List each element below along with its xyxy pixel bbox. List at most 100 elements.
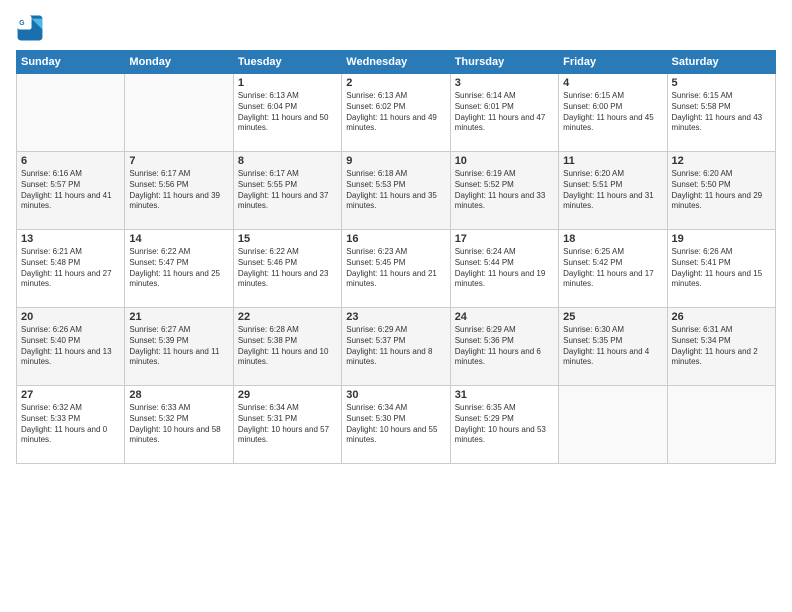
day-cell bbox=[17, 74, 125, 152]
col-header-monday: Monday bbox=[125, 51, 233, 74]
day-number: 2 bbox=[346, 77, 445, 89]
daylight-hours: Daylight: 11 hours and 23 minutes. bbox=[238, 269, 329, 289]
daylight-hours: Daylight: 11 hours and 21 minutes. bbox=[346, 269, 437, 289]
day-number: 10 bbox=[455, 155, 554, 167]
day-cell: 29 Sunrise: 6:34 AMSunset: 5:31 PMDayligh… bbox=[233, 386, 341, 464]
day-cell: 16Sunrise: 6:23 AMSunset: 5:45 PMDayligh… bbox=[342, 230, 450, 308]
daylight-hours: Daylight: 11 hours and 17 minutes. bbox=[563, 269, 654, 289]
daylight-hours: Daylight: 11 hours and 31 minutes. bbox=[563, 191, 654, 211]
svg-text:G: G bbox=[19, 20, 25, 27]
day-cell: 19 Sunrise: 6:26 AMSunset: 5:41 PMDayligh… bbox=[667, 230, 775, 308]
col-header-friday: Friday bbox=[559, 51, 667, 74]
day-content: Sunrise: 6:34 AMSunset: 5:30 PMDaylight:… bbox=[346, 403, 445, 446]
daylight-hours: Daylight: 11 hours and 8 minutes. bbox=[346, 347, 432, 367]
day-content: Sunrise: 6:22 AMSunset: 5:46 PMDaylight:… bbox=[238, 247, 337, 290]
day-number: 11 bbox=[563, 155, 662, 167]
daylight-hours: Daylight: 11 hours and 29 minutes. bbox=[672, 191, 763, 211]
day-number: 24 bbox=[455, 311, 554, 323]
daylight-hours: Daylight: 11 hours and 13 minutes. bbox=[21, 347, 112, 367]
day-cell: 20Sunrise: 6:26 AMSunset: 5:40 PMDayligh… bbox=[17, 308, 125, 386]
col-header-saturday: Saturday bbox=[667, 51, 775, 74]
daylight-hours: Daylight: 11 hours and 49 minutes. bbox=[346, 113, 437, 133]
day-number: 14 bbox=[129, 233, 228, 245]
day-number: 17 bbox=[455, 233, 554, 245]
day-number: 3 bbox=[455, 77, 554, 89]
daylight-hours: Daylight: 11 hours and 33 minutes. bbox=[455, 191, 546, 211]
header: G bbox=[16, 14, 776, 42]
col-header-wednesday: Wednesday bbox=[342, 51, 450, 74]
day-content: Sunrise: 6:15 AMSunset: 6:00 PMDaylight:… bbox=[563, 91, 662, 134]
day-content: Sunrise: 6:26 AMSunset: 5:40 PMDaylight:… bbox=[21, 325, 120, 368]
day-content: Sunrise: 6:17 AMSunset: 5:56 PMDaylight:… bbox=[129, 169, 228, 212]
day-content: Sunrise: 6:27 AMSunset: 5:39 PMDaylight:… bbox=[129, 325, 228, 368]
daylight-hours: Daylight: 10 hours and 58 minutes. bbox=[129, 425, 220, 445]
day-number: 8 bbox=[238, 155, 337, 167]
daylight-hours: Daylight: 11 hours and 4 minutes. bbox=[563, 347, 649, 367]
day-cell: 17 Sunrise: 6:24 AMSunset: 5:44 PMDayligh… bbox=[450, 230, 558, 308]
day-content: Sunrise: 6:19 AMSunset: 5:52 PMDaylight:… bbox=[455, 169, 554, 212]
day-content: Sunrise: 6:33 AMSunset: 5:32 PMDaylight:… bbox=[129, 403, 228, 446]
week-row-3: 13Sunrise: 6:21 AMSunset: 5:48 PMDayligh… bbox=[17, 230, 776, 308]
daylight-hours: Daylight: 11 hours and 11 minutes. bbox=[129, 347, 219, 367]
day-cell bbox=[125, 74, 233, 152]
daylight-hours: Daylight: 11 hours and 37 minutes. bbox=[238, 191, 329, 211]
day-cell: 30Sunrise: 6:34 AMSunset: 5:30 PMDayligh… bbox=[342, 386, 450, 464]
day-number: 15 bbox=[238, 233, 337, 245]
week-row-4: 20Sunrise: 6:26 AMSunset: 5:40 PMDayligh… bbox=[17, 308, 776, 386]
col-header-tuesday: Tuesday bbox=[233, 51, 341, 74]
calendar-page: G SundayMondayTuesdayWednesdayThursdayFr… bbox=[0, 0, 792, 612]
day-cell: 26Sunrise: 6:31 AMSunset: 5:34 PMDayligh… bbox=[667, 308, 775, 386]
daylight-hours: Daylight: 11 hours and 47 minutes. bbox=[455, 113, 546, 133]
day-cell: 24 Sunrise: 6:29 AMSunset: 5:36 PMDayligh… bbox=[450, 308, 558, 386]
day-number: 1 bbox=[238, 77, 337, 89]
day-number: 18 bbox=[563, 233, 662, 245]
logo-icon: G bbox=[16, 14, 44, 42]
day-number: 12 bbox=[672, 155, 771, 167]
day-content: Sunrise: 6:30 AMSunset: 5:35 PMDaylight:… bbox=[563, 325, 662, 368]
week-row-1: 1 Sunrise: 6:13 AMSunset: 6:04 PMDaylight… bbox=[17, 74, 776, 152]
day-number: 28 bbox=[129, 389, 228, 401]
day-content: Sunrise: 6:13 AMSunset: 6:04 PMDaylight:… bbox=[238, 91, 337, 134]
day-content: Sunrise: 6:24 AMSunset: 5:44 PMDaylight:… bbox=[455, 247, 554, 290]
col-header-sunday: Sunday bbox=[17, 51, 125, 74]
day-cell: 1 Sunrise: 6:13 AMSunset: 6:04 PMDaylight… bbox=[233, 74, 341, 152]
daylight-hours: Daylight: 10 hours and 55 minutes. bbox=[346, 425, 437, 445]
day-number: 23 bbox=[346, 311, 445, 323]
day-content: Sunrise: 6:26 AMSunset: 5:41 PMDaylight:… bbox=[672, 247, 771, 290]
day-content: Sunrise: 6:34 AMSunset: 5:31 PMDaylight:… bbox=[238, 403, 337, 446]
calendar-table: SundayMondayTuesdayWednesdayThursdayFrid… bbox=[16, 50, 776, 464]
col-header-thursday: Thursday bbox=[450, 51, 558, 74]
logo: G bbox=[16, 14, 48, 42]
day-cell: 25Sunrise: 6:30 AMSunset: 5:35 PMDayligh… bbox=[559, 308, 667, 386]
daylight-hours: Daylight: 11 hours and 35 minutes. bbox=[346, 191, 437, 211]
day-content: Sunrise: 6:35 AMSunset: 5:29 PMDaylight:… bbox=[455, 403, 554, 446]
day-number: 29 bbox=[238, 389, 337, 401]
day-content: Sunrise: 6:13 AMSunset: 6:02 PMDaylight:… bbox=[346, 91, 445, 134]
day-content: Sunrise: 6:20 AMSunset: 5:50 PMDaylight:… bbox=[672, 169, 771, 212]
daylight-hours: Daylight: 11 hours and 2 minutes. bbox=[672, 347, 758, 367]
day-cell: 7Sunrise: 6:17 AMSunset: 5:56 PMDaylight… bbox=[125, 152, 233, 230]
day-content: Sunrise: 6:20 AMSunset: 5:51 PMDaylight:… bbox=[563, 169, 662, 212]
day-cell: 9Sunrise: 6:18 AMSunset: 5:53 PMDaylight… bbox=[342, 152, 450, 230]
day-number: 27 bbox=[21, 389, 120, 401]
daylight-hours: Daylight: 11 hours and 43 minutes. bbox=[672, 113, 763, 133]
day-cell: 31Sunrise: 6:35 AMSunset: 5:29 PMDayligh… bbox=[450, 386, 558, 464]
daylight-hours: Daylight: 11 hours and 0 minutes. bbox=[21, 425, 107, 445]
daylight-hours: Daylight: 11 hours and 41 minutes. bbox=[21, 191, 112, 211]
day-cell: 3Sunrise: 6:14 AMSunset: 6:01 PMDaylight… bbox=[450, 74, 558, 152]
day-content: Sunrise: 6:25 AMSunset: 5:42 PMDaylight:… bbox=[563, 247, 662, 290]
daylight-hours: Daylight: 11 hours and 27 minutes. bbox=[21, 269, 112, 289]
week-row-2: 6Sunrise: 6:16 AMSunset: 5:57 PMDaylight… bbox=[17, 152, 776, 230]
day-number: 19 bbox=[672, 233, 771, 245]
daylight-hours: Daylight: 11 hours and 25 minutes. bbox=[129, 269, 220, 289]
day-content: Sunrise: 6:29 AMSunset: 5:36 PMDaylight:… bbox=[455, 325, 554, 368]
day-content: Sunrise: 6:15 AMSunset: 5:58 PMDaylight:… bbox=[672, 91, 771, 134]
day-cell: 14Sunrise: 6:22 AMSunset: 5:47 PMDayligh… bbox=[125, 230, 233, 308]
day-cell: 28 Sunrise: 6:33 AMSunset: 5:32 PMDayligh… bbox=[125, 386, 233, 464]
daylight-hours: Daylight: 11 hours and 45 minutes. bbox=[563, 113, 654, 133]
day-cell: 8Sunrise: 6:17 AMSunset: 5:55 PMDaylight… bbox=[233, 152, 341, 230]
day-cell: 15 Sunrise: 6:22 AMSunset: 5:46 PMDayligh… bbox=[233, 230, 341, 308]
day-content: Sunrise: 6:29 AMSunset: 5:37 PMDaylight:… bbox=[346, 325, 445, 368]
daylight-hours: Daylight: 11 hours and 6 minutes. bbox=[455, 347, 541, 367]
day-content: Sunrise: 6:32 AMSunset: 5:33 PMDaylight:… bbox=[21, 403, 120, 446]
